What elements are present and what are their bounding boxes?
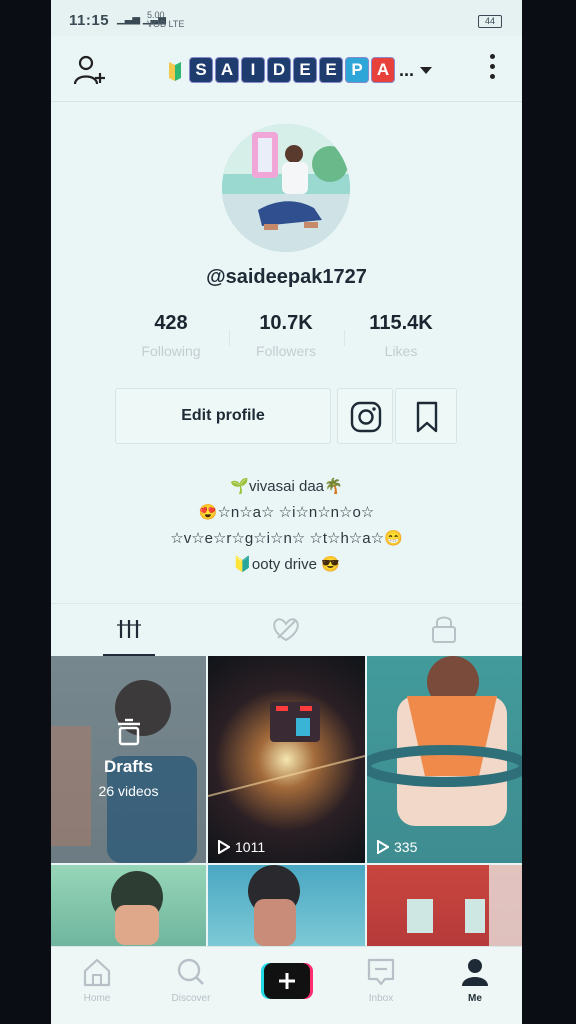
- nav-me-label: Me: [468, 993, 482, 1004]
- home-icon: [83, 958, 111, 987]
- private-lock-icon: [432, 616, 456, 643]
- view-count: 1011: [218, 839, 265, 855]
- title-letter: D: [267, 57, 291, 83]
- bio-line: 🌱vivasai daa🌴: [230, 478, 343, 495]
- avatar[interactable]: [222, 124, 350, 252]
- username: @saideepak1727: [206, 266, 367, 288]
- video-thumbnail[interactable]: [208, 865, 365, 946]
- play-icon: [377, 840, 389, 854]
- video-thumbnail[interactable]: 335: [367, 656, 522, 863]
- person-icon: [462, 959, 488, 986]
- instagram-button[interactable]: [337, 388, 393, 444]
- title-letter: A: [371, 57, 395, 83]
- video-thumbnail[interactable]: [367, 865, 522, 946]
- videos-grid-icon: [117, 620, 141, 638]
- bio-line: 🔰ooty drive 😎: [233, 556, 340, 573]
- likes-label: Likes: [384, 343, 418, 359]
- app-screen: 11:15 ▁▃▅ ▁▃▅ 5.00 VOB LTE 44 S A I D E …: [51, 0, 522, 1024]
- create-video-button[interactable]: [261, 963, 313, 999]
- profile-header: S A I D E E P A ...: [51, 40, 522, 100]
- content-tabs: [51, 604, 522, 656]
- bookmark-icon: [416, 401, 438, 433]
- battery-icon: 44: [478, 15, 502, 28]
- favorites-button[interactable]: [395, 388, 457, 444]
- title-letter: S: [189, 57, 213, 83]
- title-letter: I: [241, 57, 265, 83]
- followers-count: 10.7K: [259, 312, 313, 334]
- nav-discover-label: Discover: [171, 993, 211, 1004]
- status-bar: 11:15 ▁▃▅ ▁▃▅ 5.00 VOB LTE 44: [51, 0, 522, 36]
- night-road-thumbnail: [208, 702, 365, 797]
- drafts-title: Drafts: [103, 757, 154, 776]
- avatar-photo: [222, 124, 350, 252]
- status-time: 11:15: [69, 12, 110, 29]
- account-switcher[interactable]: S A I D E E P A ...: [169, 56, 433, 84]
- portrait-thumbnail: [248, 865, 300, 946]
- drafts-overlay: Drafts 26 videos: [51, 718, 206, 799]
- edit-profile-button[interactable]: Edit profile: [115, 388, 331, 444]
- drafts-count: 26 videos: [98, 783, 159, 799]
- nav-me[interactable]: Me: [440, 957, 510, 1004]
- network-indicator: 5.00 VOB LTE: [147, 10, 185, 29]
- likes-count: 115.4K: [369, 312, 433, 334]
- add-person-icon[interactable]: [73, 54, 107, 86]
- stat-following[interactable]: 428 Following: [111, 312, 231, 359]
- room-thumbnail: [407, 865, 522, 946]
- title-letter: E: [319, 57, 343, 83]
- nav-discover[interactable]: Discover: [156, 957, 226, 1004]
- following-count: 428: [154, 312, 188, 334]
- nav-home[interactable]: Home: [62, 957, 132, 1004]
- instagram-icon: [350, 401, 382, 433]
- header-divider: [51, 101, 522, 102]
- driver-thumbnail: [367, 656, 522, 863]
- bottom-navigation: Home Discover Inbox Me: [51, 946, 522, 1024]
- play-icon: [218, 840, 230, 854]
- title-letter: P: [345, 57, 369, 83]
- nav-home-label: Home: [83, 993, 111, 1004]
- video-thumbnail[interactable]: [51, 865, 206, 946]
- stat-followers[interactable]: 10.7K Followers: [226, 312, 346, 359]
- stat-likes[interactable]: 115.4K Likes: [341, 312, 461, 359]
- profile-stats: 428 Following 10.7K Followers 115.4K Lik…: [51, 312, 522, 368]
- bio-line: ☆v☆e☆r☆g☆i☆n☆ ☆t☆h☆a☆😁: [170, 530, 403, 547]
- following-label: Following: [141, 343, 201, 359]
- nav-inbox-label: Inbox: [368, 993, 394, 1004]
- drafts-trash-icon: [117, 718, 140, 746]
- view-count: 335: [377, 839, 417, 855]
- video-grid: Drafts 26 videos 1011 335: [51, 656, 522, 946]
- tab-private[interactable]: [365, 604, 522, 656]
- tab-liked[interactable]: [208, 604, 365, 656]
- beginner-badge-icon: [169, 62, 181, 81]
- video-thumbnail[interactable]: 1011: [208, 656, 365, 863]
- search-icon: [177, 958, 204, 985]
- title-letter: A: [215, 57, 239, 83]
- title-letter: E: [293, 57, 317, 83]
- nav-inbox[interactable]: Inbox: [346, 957, 416, 1004]
- vertical-dots-icon[interactable]: [488, 54, 496, 84]
- profile-bio: 🌱vivasai daa🌴 😍☆n☆a☆ ☆i☆n☆n☆o☆ ☆v☆e☆r☆g☆…: [51, 474, 522, 578]
- followers-label: Followers: [256, 343, 316, 359]
- portrait-thumbnail: [111, 871, 163, 945]
- title-ellipsis: ...: [399, 59, 415, 80]
- bio-line: 😍☆n☆a☆ ☆i☆n☆n☆o☆: [198, 504, 375, 521]
- tab-videos[interactable]: [51, 604, 208, 656]
- drafts-tile[interactable]: Drafts 26 videos: [51, 656, 206, 863]
- chevron-down-icon: [420, 66, 433, 74]
- liked-icon: [273, 618, 299, 642]
- inbox-icon: [367, 958, 395, 986]
